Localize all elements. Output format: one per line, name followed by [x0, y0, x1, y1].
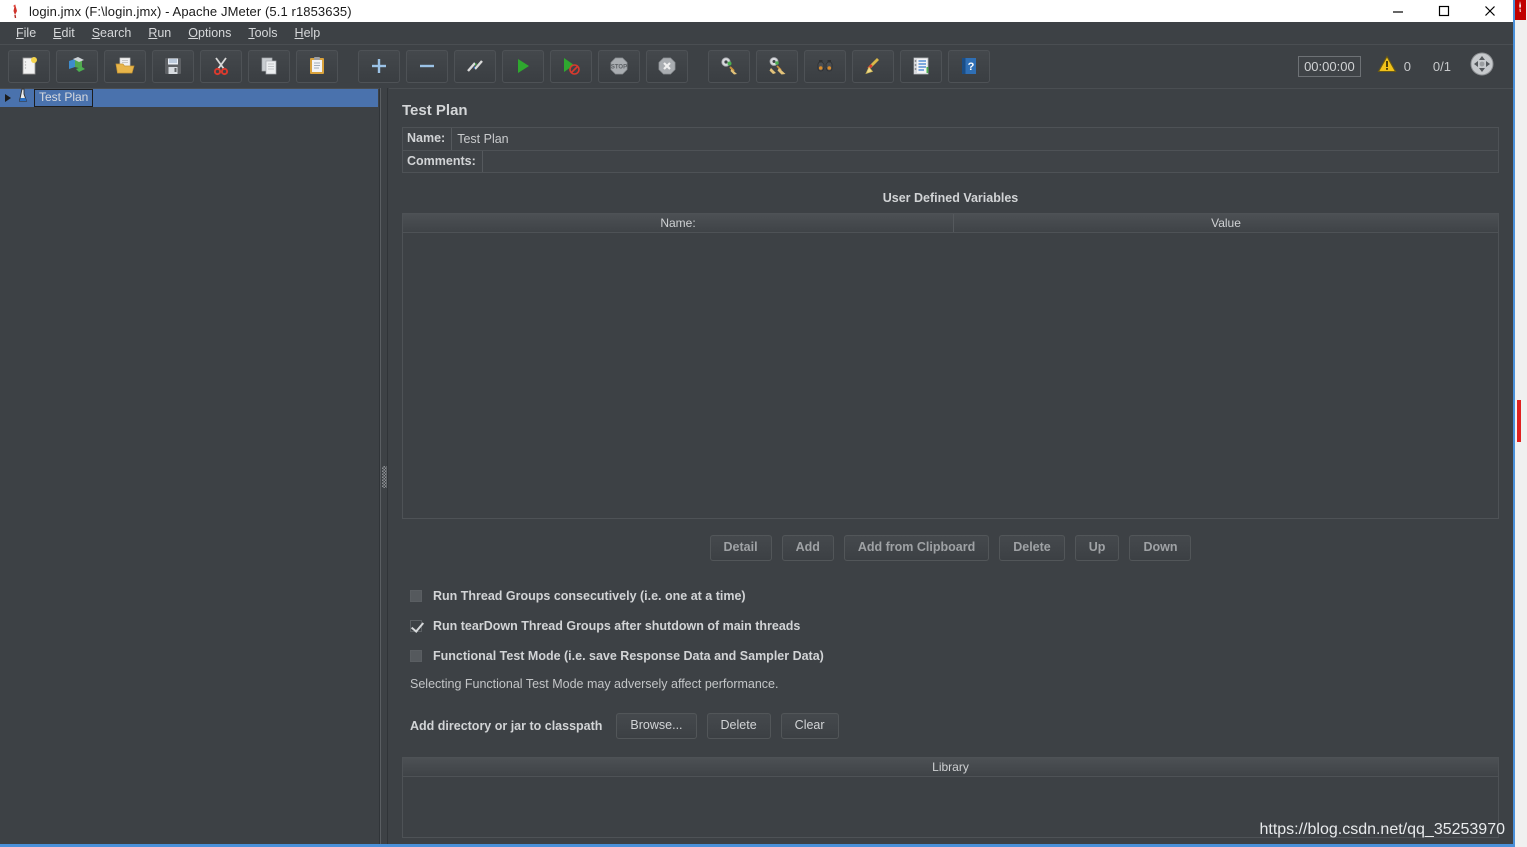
clear-gear-broom-icon[interactable]	[708, 49, 750, 83]
functional-test-mode-checkbox[interactable]	[410, 650, 422, 662]
expand-plus-icon[interactable]	[358, 49, 400, 83]
save-floppy-icon[interactable]	[152, 49, 194, 83]
tree-item-test-plan[interactable]: Test Plan	[0, 88, 378, 108]
column-header-value[interactable]: Value	[954, 214, 1498, 232]
add-button[interactable]: Add	[781, 535, 834, 561]
shutdown-octagon-icon[interactable]	[646, 49, 688, 83]
close-icon[interactable]	[1467, 0, 1513, 22]
open-folder-icon[interactable]	[104, 49, 146, 83]
splitter-grip-icon[interactable]	[382, 466, 387, 488]
function-helper-notepad-icon[interactable]	[900, 49, 942, 83]
down-button[interactable]: Down	[1129, 535, 1192, 561]
templates-icon[interactable]	[56, 49, 98, 83]
classpath-row: Add directory or jar to classpath Browse…	[402, 713, 1499, 739]
warning-triangle-icon[interactable]	[1377, 54, 1397, 78]
right-edge-accent-line	[1513, 0, 1515, 847]
user-defined-variables-table: Name: Value	[402, 213, 1499, 519]
table-header-row: Name: Value	[403, 214, 1498, 233]
edge-flag-icon	[1516, 0, 1525, 14]
window-titlebar: login.jmx (F:\login.jmx) - Apache JMeter…	[0, 0, 1513, 22]
edge-marker-middle	[1517, 400, 1521, 442]
classpath-delete-button[interactable]: Delete	[706, 713, 771, 739]
panel-splitter[interactable]	[380, 88, 388, 847]
start-play-icon[interactable]	[502, 49, 544, 83]
table-body[interactable]	[403, 233, 1498, 518]
test-plan-options: Run Thread Groups consecutively (i.e. on…	[402, 589, 1499, 663]
test-plan-tree: Test Plan	[0, 88, 380, 847]
menu-help[interactable]: Help	[287, 24, 330, 42]
detail-button[interactable]: Detail	[709, 535, 772, 561]
window-controls	[1375, 0, 1513, 22]
toolbar-status-area: 00:00:00 0 0/1	[1298, 51, 1513, 82]
run-teardown-checkbox[interactable]	[410, 620, 422, 632]
library-column-header[interactable]: Library	[403, 758, 1498, 777]
menu-file[interactable]: File	[8, 24, 45, 42]
comments-input[interactable]	[481, 151, 1498, 172]
watermark: https://blog.csdn.net/qq_35253970	[1259, 821, 1505, 838]
run-consecutively-checkbox[interactable]	[410, 590, 422, 602]
name-label: Name:	[407, 131, 446, 145]
expand-triangle-icon[interactable]	[5, 94, 11, 102]
jmeter-window: login.jmx (F:\login.jmx) - Apache JMeter…	[0, 0, 1527, 847]
menu-tools[interactable]: Tools	[240, 24, 286, 42]
collapse-minus-icon[interactable]	[406, 49, 448, 83]
run-teardown-label: Run tearDown Thread Groups after shutdow…	[433, 619, 801, 633]
svg-text:STOP: STOP	[611, 65, 627, 71]
cut-scissors-icon[interactable]	[200, 49, 242, 83]
functional-test-mode-row[interactable]: Functional Test Mode (i.e. save Response…	[410, 649, 1499, 663]
jmeter-feather-icon	[5, 2, 27, 20]
run-teardown-row[interactable]: Run tearDown Thread Groups after shutdow…	[410, 619, 1499, 633]
comments-label: Comments:	[407, 154, 476, 168]
functional-test-mode-label: Functional Test Mode (i.e. save Response…	[433, 649, 824, 663]
test-plan-editor: Test Plan Name: Comments: User Defined V…	[389, 88, 1513, 847]
window-title: login.jmx (F:\login.jmx) - Apache JMeter…	[29, 3, 352, 19]
refresh-circle-icon[interactable]	[1469, 51, 1495, 82]
search-binoculars-icon[interactable]	[804, 49, 846, 83]
add-from-clipboard-button[interactable]: Add from Clipboard	[843, 535, 990, 561]
reset-search-broom-icon[interactable]	[852, 49, 894, 83]
classpath-label: Add directory or jar to classpath	[410, 719, 603, 733]
run-consecutively-label: Run Thread Groups consecutively (i.e. on…	[433, 589, 746, 603]
test-plan-beaker-icon	[16, 88, 30, 108]
udv-button-row: Detail Add Add from Clipboard Delete Up …	[402, 535, 1499, 561]
menubar: File Edit Search Run Options Tools Help	[0, 22, 1513, 43]
functional-mode-note: Selecting Functional Test Mode may adver…	[410, 677, 779, 691]
name-input[interactable]	[451, 128, 1498, 150]
warning-count: 0	[1403, 58, 1411, 74]
name-row: Name:	[402, 127, 1499, 150]
menu-run[interactable]: Run	[140, 24, 180, 42]
toggle-icon[interactable]	[454, 49, 496, 83]
maximize-icon[interactable]	[1421, 0, 1467, 22]
menu-edit[interactable]: Edit	[45, 24, 84, 42]
toolbar: STOP ? 00:00:00 0 0/1	[0, 44, 1513, 87]
active-thread-count: 0/1	[1432, 58, 1451, 74]
copy-pages-icon[interactable]	[248, 49, 290, 83]
delete-button[interactable]: Delete	[999, 535, 1065, 561]
help-book-icon[interactable]: ?	[948, 49, 990, 83]
up-button[interactable]: Up	[1074, 535, 1120, 561]
classpath-clear-button[interactable]: Clear	[780, 713, 839, 739]
stop-octagon-icon[interactable]: STOP	[598, 49, 640, 83]
tree-item-label: Test Plan	[34, 89, 94, 107]
run-consecutively-row[interactable]: Run Thread Groups consecutively (i.e. on…	[410, 589, 1499, 603]
start-no-pauses-icon[interactable]	[550, 49, 592, 83]
page-title: Test Plan	[402, 102, 468, 119]
browse-button[interactable]: Browse...	[616, 713, 697, 739]
comments-row: Comments:	[402, 150, 1499, 173]
user-defined-variables-title: User Defined Variables	[882, 191, 1019, 205]
elapsed-timer: 00:00:00	[1298, 55, 1361, 77]
column-header-name[interactable]: Name:	[403, 214, 954, 232]
new-document-icon[interactable]	[8, 49, 50, 83]
menu-search[interactable]: Search	[84, 24, 141, 42]
minimize-icon[interactable]	[1375, 0, 1421, 22]
paste-clipboard-icon[interactable]	[296, 49, 338, 83]
svg-text:?: ?	[968, 61, 975, 73]
menu-options[interactable]: Options	[180, 24, 240, 42]
clear-all-broom-icon[interactable]	[756, 49, 798, 83]
